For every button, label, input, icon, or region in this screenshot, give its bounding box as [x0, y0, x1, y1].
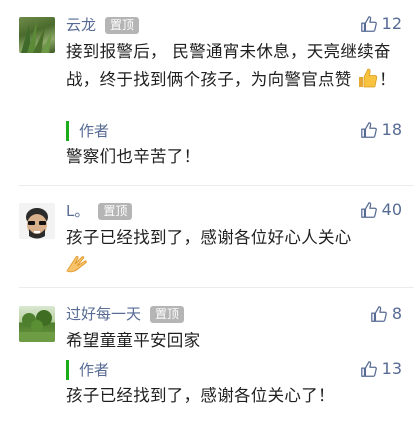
- like-button[interactable]: 40: [360, 200, 402, 220]
- pinned-badge: 置顶: [150, 306, 185, 323]
- reply-text: 孩子已经找到了，感谢各位关心了！: [66, 386, 335, 405]
- thumbs-up-icon: [360, 122, 377, 138]
- reply-text: 警察们也辛苦了！: [66, 147, 201, 166]
- reply-like-button[interactable]: 18: [360, 120, 402, 140]
- thumbs-up-icon: [360, 202, 377, 218]
- comment-text: 希望童童平安回家: [66, 331, 201, 350]
- thumbs-up-icon: [360, 361, 377, 377]
- commenter-name[interactable]: 过好每一天 置顶: [66, 304, 185, 324]
- thumbs-up-icon: [360, 16, 377, 32]
- thumbs-up-emoji: [357, 67, 379, 98]
- comment-text: 孩子已经找到了，感谢各位好心人关心: [66, 224, 406, 284]
- like-count: 13: [381, 359, 402, 378]
- pinned-badge: 置顶: [98, 203, 133, 220]
- author-reply-label: 作者: [66, 360, 109, 380]
- like-count: 8: [391, 304, 402, 323]
- avatar[interactable]: [19, 306, 55, 342]
- like-button[interactable]: 8: [370, 304, 402, 324]
- author-reply-label: 作者: [66, 121, 109, 141]
- divider: [19, 287, 414, 288]
- like-count: 12: [381, 14, 402, 33]
- reply-like-button[interactable]: 13: [360, 359, 402, 379]
- like-button[interactable]: 12: [360, 14, 402, 34]
- clap-emoji: [66, 253, 90, 284]
- thumbs-up-icon: [370, 306, 387, 322]
- avatar[interactable]: [19, 17, 55, 53]
- like-count: 18: [381, 120, 402, 139]
- comment-text: 接到报警后， 民警通宵未休息，天亮继续奋战，终于找到俩个孩子，为向警官点赞 ！: [66, 38, 406, 98]
- pinned-badge: 置顶: [105, 17, 140, 34]
- divider: [19, 185, 414, 186]
- like-count: 40: [381, 200, 402, 219]
- commenter-name[interactable]: 云龙 置顶: [66, 15, 140, 35]
- commenter-name[interactable]: L。 置顶: [66, 201, 133, 221]
- avatar[interactable]: [19, 203, 55, 239]
